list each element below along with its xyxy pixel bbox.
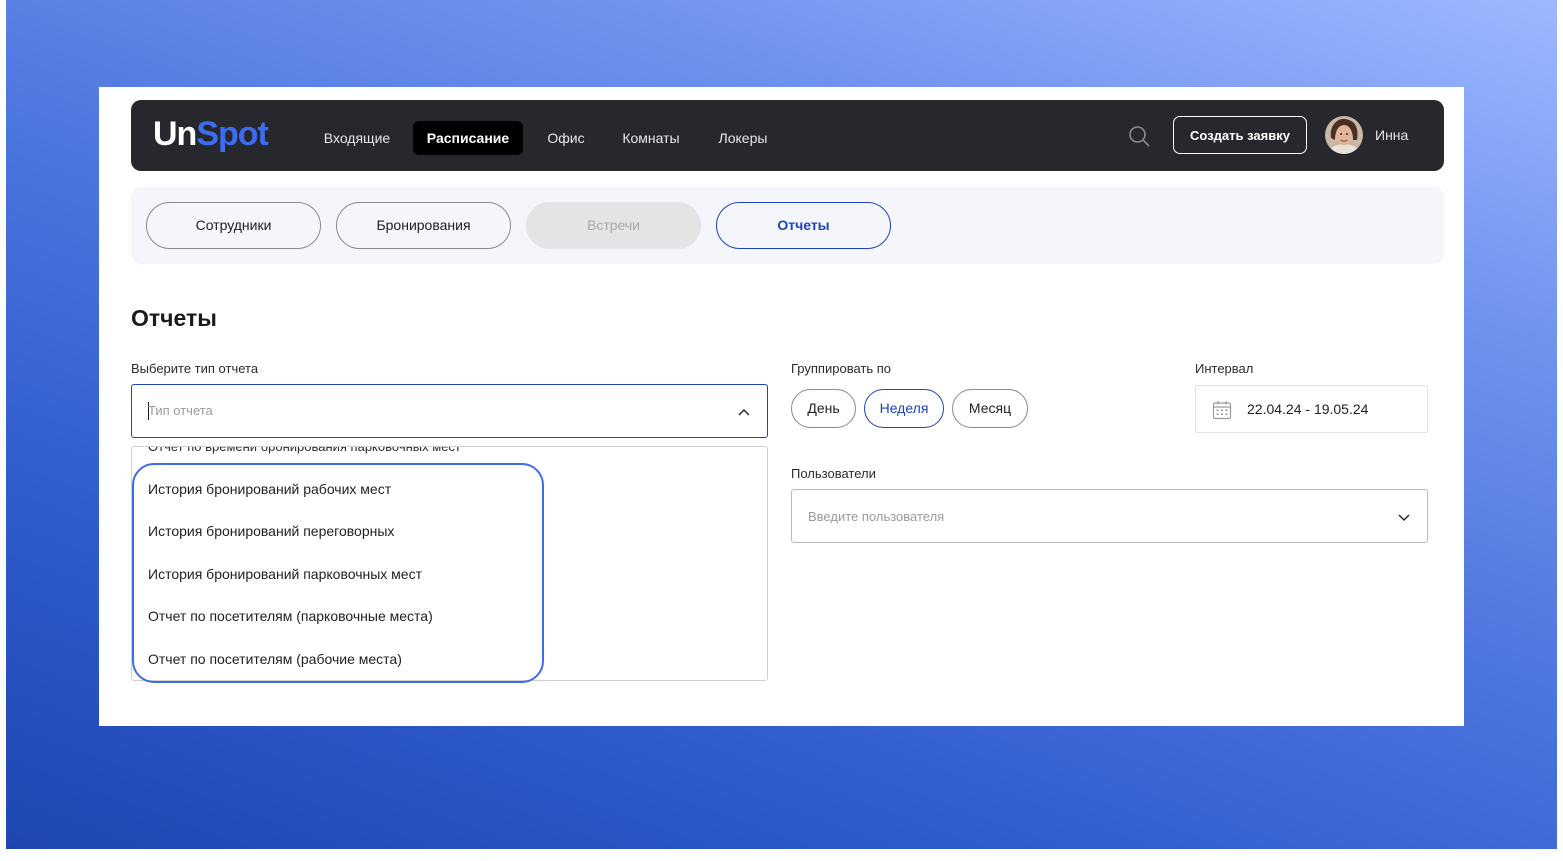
nav-lockers[interactable]: Локеры [705,121,781,155]
list-item[interactable]: История бронирований рабочих мест [148,481,391,497]
create-request-button[interactable]: Создать заявку [1173,116,1307,154]
list-item[interactable]: История бронирований переговорных [148,523,394,539]
user-name[interactable]: Инна [1375,125,1408,145]
report-type-placeholder: Тип отчета [148,403,213,418]
interval-label: Интервал [1195,361,1254,376]
users-label: Пользователи [791,466,876,481]
date-range-value: 22.04.24 - 19.05.24 [1247,401,1369,417]
tab-employees[interactable]: Сотрудники [146,202,321,249]
tab-meetings: Встречи [526,202,701,249]
report-type-label: Выберите тип отчета [131,361,259,376]
group-by-month[interactable]: Месяц [952,389,1028,428]
search-icon[interactable] [1128,125,1150,147]
chevron-down-icon[interactable] [1397,510,1411,524]
users-select[interactable]: Введите пользователя [791,489,1428,543]
group-by-week[interactable]: Неделя [864,389,944,428]
list-item[interactable]: Отчет по посетителям (рабочие места) [148,651,402,667]
users-placeholder: Введите пользователя [808,509,945,524]
tab-bookings[interactable]: Бронирования [336,202,511,249]
date-range-picker[interactable]: 22.04.24 - 19.05.24 [1195,385,1428,433]
page-title: Отчеты [131,305,217,331]
list-item[interactable]: История бронирований парковочных мест [148,566,422,582]
top-navbar: UnSpot Входящие Расписание Офис Комнаты … [131,100,1444,171]
nav-inbox[interactable]: Входящие [311,121,403,155]
report-type-dropdown[interactable]: Отчет по времени бронирования парковочны… [131,446,768,681]
group-by-label: Группировать по [791,361,892,376]
tab-reports[interactable]: Отчеты [716,202,891,249]
list-item[interactable]: Отчет по посетителям (парковочные места) [148,608,433,624]
list-item[interactable]: Отчет по времени бронирования парковочны… [148,447,461,454]
nav-office[interactable]: Офис [535,121,597,155]
nav-rooms[interactable]: Комнаты [611,121,691,155]
report-type-select[interactable]: Тип отчета [131,384,768,438]
sub-navigation: Сотрудники Бронирования Встречи Отчеты [131,187,1444,264]
chevron-up-icon[interactable] [737,405,751,419]
avatar[interactable] [1325,116,1363,154]
app-window: UnSpot Входящие Расписание Офис Комнаты … [99,87,1464,726]
calendar-icon [1212,401,1232,420]
logo[interactable]: UnSpot [153,114,269,154]
nav-schedule[interactable]: Расписание [413,121,523,155]
group-by-day[interactable]: День [791,389,856,428]
